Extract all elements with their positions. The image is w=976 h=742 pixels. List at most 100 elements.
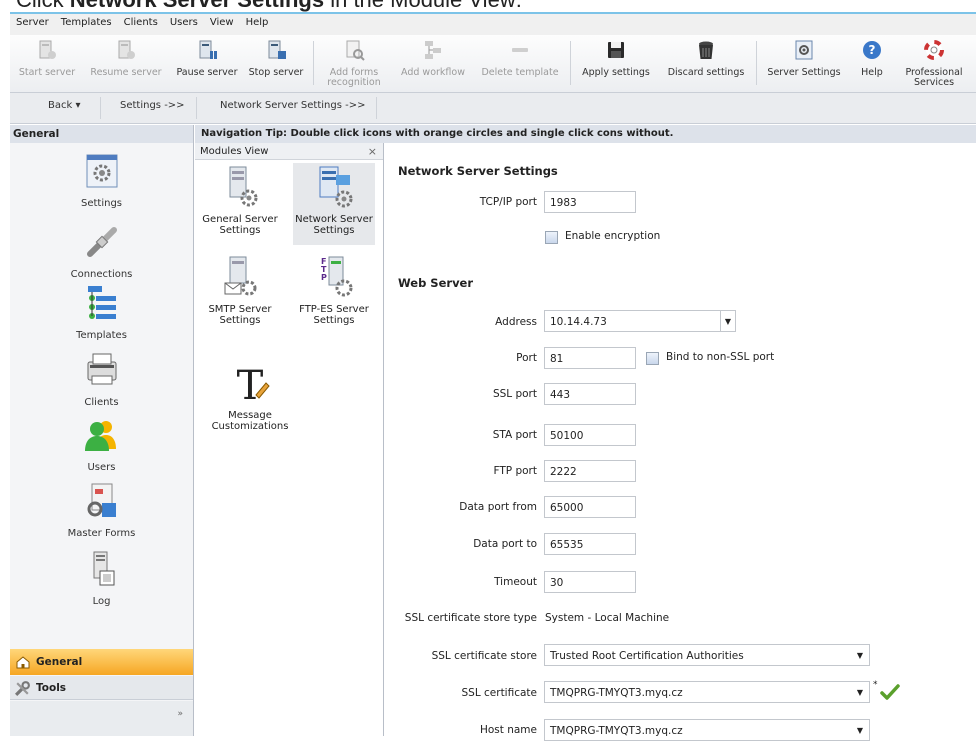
menu-templates[interactable]: Templates xyxy=(55,14,118,28)
navigation-bar: Back ▾ Settings ->> Network Server Setti… xyxy=(10,93,976,124)
smtp-server-icon xyxy=(224,256,257,296)
caption-prefix: Click xyxy=(16,0,70,12)
nav-templates-label: Templates xyxy=(76,330,127,341)
back-label: Back xyxy=(48,100,73,111)
module-message-customizations[interactable]: T Message Customizations xyxy=(203,361,297,432)
caption-bold: Network Server Settings xyxy=(70,0,324,12)
server-settings-label: Server Settings xyxy=(767,67,841,78)
pause-server-label: Pause server xyxy=(176,67,238,78)
ssl-store-dropdown[interactable]: Trusted Root Certification Authorities ▼ xyxy=(544,644,870,666)
start-server-label: Start server xyxy=(18,67,76,78)
master-forms-icon xyxy=(87,483,116,517)
breadcrumb-settings[interactable]: Settings ->> xyxy=(120,100,185,111)
add-forms-recognition-button[interactable]: Add forms recognition xyxy=(320,37,388,91)
apply-settings-button[interactable]: Apply settings xyxy=(576,37,656,91)
expand-chevron-icon[interactable]: » xyxy=(177,709,183,719)
svg-text:?: ? xyxy=(869,43,876,57)
module-network-server-settings[interactable]: Network Server Settings xyxy=(293,163,375,245)
ssl-port-input[interactable]: 443 xyxy=(544,383,636,405)
help-icon: ? xyxy=(863,41,881,59)
menu-server[interactable]: Server xyxy=(10,14,55,28)
ssl-certificate-label: SSL certificate xyxy=(461,687,538,699)
nav-connections[interactable]: Connections xyxy=(10,222,193,280)
close-icon[interactable]: × xyxy=(368,143,377,160)
nav-settings[interactable]: Settings xyxy=(10,151,193,209)
module-ftp-line1: FTP-ES Server xyxy=(299,304,369,315)
add-workflow-button[interactable]: Add workflow xyxy=(396,37,470,91)
general-group-label: General xyxy=(36,656,83,668)
sta-port-input[interactable]: 50100 xyxy=(544,424,636,446)
module-smtp-line1: SMTP Server xyxy=(208,304,272,315)
delete-template-label: Delete template xyxy=(481,67,559,78)
ssl-certificate-dropdown[interactable]: TMQPRG-TMYQT3.myq.cz ▼ xyxy=(544,681,870,703)
chevron-down-icon: ▼ xyxy=(856,688,863,697)
nav-master-forms[interactable]: Master Forms xyxy=(10,481,193,539)
stop-server-button[interactable]: Stop server xyxy=(246,37,306,91)
breadcrumb-network-server-settings[interactable]: Network Server Settings ->> xyxy=(220,100,365,111)
message-customization-icon: T xyxy=(237,363,270,409)
module-network-line1: Network Server xyxy=(295,214,373,225)
module-general-line2: Settings xyxy=(219,225,261,236)
users-icon xyxy=(84,421,116,451)
bind-non-ssl-checkbox[interactable] xyxy=(646,352,659,365)
nav-log-label: Log xyxy=(92,596,111,607)
port-input[interactable]: 81 xyxy=(544,347,636,369)
section-network-server-settings: Network Server Settings xyxy=(398,164,558,178)
ftp-port-label: FTP port xyxy=(493,465,537,477)
address-dropdown[interactable]: 10.14.4.73 ▼ xyxy=(544,310,736,332)
menu-users[interactable]: Users xyxy=(164,14,204,28)
trash-icon xyxy=(699,41,713,59)
back-button[interactable]: Back ▾ xyxy=(48,100,81,111)
module-message-line1: Message xyxy=(228,410,272,421)
resume-server-button[interactable]: Resume server xyxy=(86,37,166,91)
printer-icon xyxy=(87,353,116,385)
forms-recognition-icon xyxy=(346,40,365,61)
module-smtp-server-settings[interactable]: SMTP Server Settings xyxy=(199,255,281,326)
checkmark-icon xyxy=(880,684,900,700)
server-settings-button[interactable]: Server Settings xyxy=(762,37,846,91)
module-general-server-settings[interactable]: General Server Settings xyxy=(199,165,281,236)
professional-services-button[interactable]: Professional Services xyxy=(896,37,972,91)
nav-clients[interactable]: Clients xyxy=(10,350,193,408)
nav-templates[interactable]: Templates xyxy=(10,283,193,341)
host-name-dropdown[interactable]: TMQPRG-TMYQT3.myq.cz ▼ xyxy=(544,719,870,741)
pause-server-button[interactable]: Pause server xyxy=(174,37,240,91)
save-icon xyxy=(608,42,624,58)
delete-template-button[interactable]: Delete template xyxy=(478,37,562,91)
svg-text:T: T xyxy=(237,363,264,405)
ftp-port-input[interactable]: 2222 xyxy=(544,460,636,482)
add-forms-label-line2: recognition xyxy=(327,77,381,88)
menu-help[interactable]: Help xyxy=(240,14,275,28)
menu-clients[interactable]: Clients xyxy=(118,14,164,28)
nav-users[interactable]: Users xyxy=(10,415,193,473)
start-server-button[interactable]: Start server xyxy=(14,37,80,91)
server-settings-icon xyxy=(795,40,813,60)
tcp-ip-port-input[interactable]: 1983 xyxy=(544,191,636,213)
timeout-label: Timeout xyxy=(494,576,537,588)
pause-server-icon xyxy=(199,40,217,59)
section-web-server: Web Server xyxy=(398,276,474,290)
tools-group-label: Tools xyxy=(36,682,67,694)
left-pane-header: General xyxy=(10,125,193,143)
apply-settings-label: Apply settings xyxy=(582,67,650,78)
stop-server-label: Stop server xyxy=(248,67,304,78)
data-port-to-label: Data port to xyxy=(473,538,537,550)
help-button[interactable]: ? Help xyxy=(852,37,892,91)
nav-log[interactable]: Log xyxy=(10,549,193,607)
connections-icon xyxy=(86,227,117,257)
settings-icon xyxy=(86,154,117,188)
data-port-from-label: Data port from xyxy=(459,501,537,513)
general-group-button[interactable]: General xyxy=(10,649,193,675)
required-mark: * xyxy=(873,680,878,690)
menu-view[interactable]: View xyxy=(204,14,240,28)
ssl-store-type-label: SSL certificate store type xyxy=(404,612,537,624)
data-port-to-input[interactable]: 65535 xyxy=(544,533,636,555)
address-label: Address xyxy=(495,316,537,328)
discard-settings-label: Discard settings xyxy=(667,67,745,78)
data-port-from-input[interactable]: 65000 xyxy=(544,496,636,518)
module-ftp-es-server-settings[interactable]: FTP FTP-ES Server Settings xyxy=(293,255,375,326)
enable-encryption-checkbox[interactable] xyxy=(545,231,558,244)
timeout-input[interactable]: 30 xyxy=(544,571,636,593)
tools-group-button[interactable]: Tools xyxy=(10,676,193,700)
discard-settings-button[interactable]: Discard settings xyxy=(664,37,748,91)
